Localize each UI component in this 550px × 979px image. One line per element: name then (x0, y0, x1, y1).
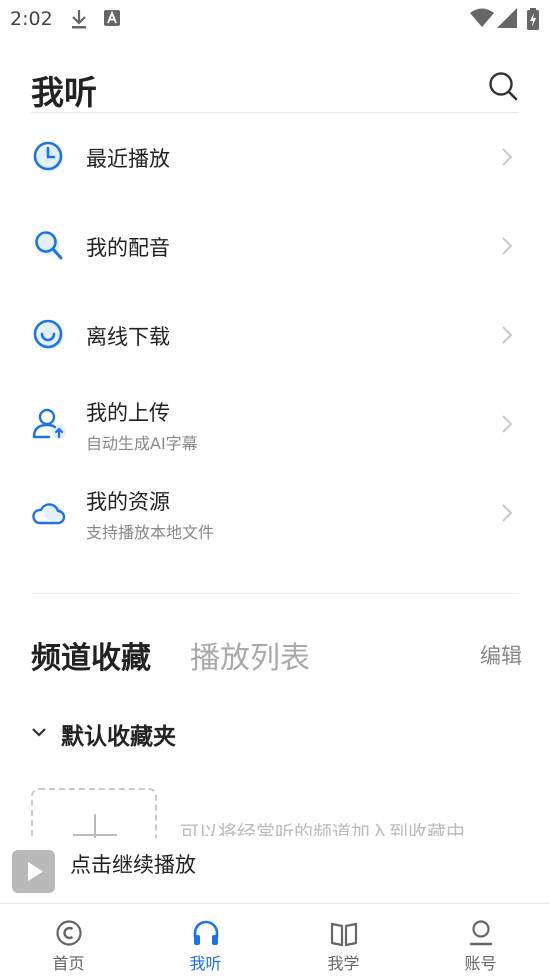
play-button[interactable] (12, 850, 55, 893)
menu-item-recent[interactable]: 最近播放 (31, 117, 519, 197)
menu-item-my-upload[interactable]: 我的上传 自动生成AI字幕 (31, 384, 519, 464)
nav-label: 账号 (464, 954, 497, 973)
chevron-right-icon (502, 237, 513, 255)
wifi-icon (470, 8, 494, 27)
edit-button[interactable]: 编辑 (480, 640, 522, 670)
menu-item-label: 我的上传 (86, 401, 170, 425)
download-status-icon (72, 10, 86, 29)
user-icon (469, 920, 492, 946)
chevron-down-icon (32, 728, 46, 737)
menu-item-label: 我的配音 (86, 236, 170, 260)
play-icon (28, 862, 43, 881)
offline-download-icon (33, 319, 63, 349)
bottom-navigation: 首页 我听 我学 账号 (0, 903, 550, 979)
chevron-right-icon (502, 415, 513, 433)
tab-channel-favorites[interactable]: 频道收藏 (31, 633, 151, 677)
menu-item-label: 我的资源 (86, 490, 170, 514)
tab-playlist[interactable]: 播放列表 (190, 633, 310, 677)
page-title: 我听 (31, 73, 97, 112)
mini-player[interactable]: 点击继续播放 (0, 838, 550, 902)
menu-item-offline-download[interactable]: 离线下载 (31, 295, 519, 375)
clock-icon (33, 141, 63, 171)
chevron-right-icon (502, 504, 513, 522)
book-icon (330, 922, 357, 947)
empty-favorites-hint: 可以将经常听的频道加入到收藏中 (180, 822, 466, 836)
page-header: 我听 (31, 60, 519, 113)
menu-item-label: 最近播放 (86, 147, 170, 171)
app-notification-icon (104, 10, 120, 26)
nav-item-learn[interactable]: 我学 (275, 904, 412, 979)
cloud-icon (32, 503, 66, 525)
menu-item-dubbing[interactable]: 我的配音 (31, 206, 519, 286)
nav-item-account[interactable]: 账号 (412, 904, 549, 979)
menu-item-subtitle: 支持播放本地文件 (86, 523, 215, 542)
nav-item-listen[interactable]: 我听 (137, 904, 274, 979)
nav-label: 首页 (52, 954, 85, 973)
folder-label: 默认收藏夹 (61, 724, 176, 750)
menu-item-my-resources[interactable]: 我的资源 支持播放本地文件 (31, 473, 519, 553)
chevron-right-icon (502, 326, 513, 344)
search-icon[interactable] (487, 70, 519, 102)
chevron-right-icon (502, 148, 513, 166)
home-disc-icon (55, 920, 82, 946)
status-bar: 2:02 (0, 0, 550, 40)
headphones-icon (193, 920, 218, 945)
dubbing-search-icon (35, 231, 63, 260)
user-upload-icon (32, 408, 66, 439)
nav-label: 我学 (327, 954, 360, 973)
menu-item-subtitle: 自动生成AI字幕 (86, 434, 198, 453)
cellular-signal-icon (497, 8, 517, 28)
continue-playing-label: 点击继续播放 (70, 853, 196, 877)
menu-item-label: 离线下载 (86, 325, 170, 349)
section-divider (31, 593, 519, 594)
nav-item-home[interactable]: 首页 (0, 904, 137, 979)
status-time: 2:02 (10, 8, 53, 30)
battery-icon (527, 8, 539, 30)
nav-label: 我听 (189, 954, 222, 973)
